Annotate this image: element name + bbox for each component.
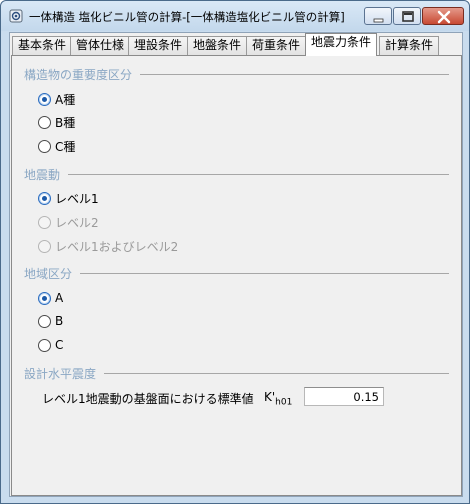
radio-circle bbox=[38, 291, 51, 305]
tab-ground-conditions[interactable]: 地盤条件 bbox=[187, 36, 248, 55]
group-divider bbox=[68, 173, 449, 175]
tab-strip: 基本条件 管体仕様 埋設条件 地盤条件 荷重条件 地震力条件 計算条件 bbox=[10, 33, 462, 56]
horizontal-group-title: 設計水平震度 bbox=[24, 366, 97, 381]
window-title: 一体構造 塩化ビニル管の計算-[一体構造塩化ビニル管の計算] bbox=[29, 10, 345, 24]
standard-value-label: レベル1地震動の基盤面における標準値 bbox=[42, 392, 254, 406]
client-area: 基本条件 管体仕様 埋設条件 地盤条件 荷重条件 地震力条件 計算条件 構造物の… bbox=[9, 32, 463, 497]
radio-label: A bbox=[55, 291, 64, 305]
kh01-symbol: K'h01 bbox=[264, 390, 292, 407]
radio-label: C種 bbox=[55, 139, 76, 154]
radio-circle bbox=[38, 115, 51, 129]
close-button[interactable] bbox=[422, 7, 464, 25]
radio-label: C bbox=[55, 338, 64, 352]
kh01-input[interactable] bbox=[304, 387, 384, 406]
minimize-button[interactable] bbox=[364, 7, 392, 25]
radio-region-b[interactable]: B bbox=[38, 313, 63, 329]
radio-circle bbox=[38, 338, 51, 352]
seismic-panel: 構造物の重要度区分 A種 B種 C種 地震動 レベル1 レベル2 レベル1および… bbox=[11, 55, 462, 496]
radio-importance-c[interactable]: C種 bbox=[38, 138, 75, 154]
radio-label: レベル2 bbox=[55, 215, 99, 230]
maximize-button[interactable] bbox=[393, 7, 421, 25]
radio-label: A種 bbox=[55, 92, 76, 107]
radio-region-a[interactable]: A bbox=[38, 290, 63, 306]
radio-circle bbox=[38, 92, 51, 106]
importance-group-title: 構造物の重要度区分 bbox=[24, 67, 133, 82]
radio-circle bbox=[38, 139, 51, 153]
app-window: 一体構造 塩化ビニル管の計算-[一体構造塩化ビニル管の計算] 基本条件 管体仕様… bbox=[0, 0, 470, 504]
motion-group-header: 地震動 bbox=[24, 166, 449, 182]
radio-circle bbox=[38, 191, 51, 205]
symbol-subscript: h01 bbox=[275, 397, 293, 408]
region-group-title: 地域区分 bbox=[24, 266, 73, 281]
motion-group-title: 地震動 bbox=[24, 167, 61, 182]
maximize-icon bbox=[402, 11, 414, 22]
tab-pipe-spec[interactable]: 管体仕様 bbox=[70, 36, 131, 55]
group-divider bbox=[80, 272, 449, 274]
radio-circle bbox=[38, 215, 51, 229]
radio-circle bbox=[38, 314, 51, 328]
horizontal-group-header: 設計水平震度 bbox=[24, 365, 449, 381]
close-icon bbox=[437, 10, 451, 24]
radio-label: レベル1 bbox=[55, 191, 99, 206]
symbol-main: K' bbox=[264, 390, 276, 404]
radio-circle bbox=[38, 239, 51, 253]
tab-load-conditions[interactable]: 荷重条件 bbox=[246, 36, 307, 55]
group-divider bbox=[140, 73, 449, 75]
group-divider bbox=[104, 372, 449, 374]
tab-burial-conditions[interactable]: 埋設条件 bbox=[128, 36, 189, 55]
importance-group-header: 構造物の重要度区分 bbox=[24, 66, 449, 82]
region-group-header: 地域区分 bbox=[24, 265, 449, 281]
tab-basic-conditions[interactable]: 基本条件 bbox=[12, 36, 73, 55]
radio-label: B bbox=[55, 314, 64, 328]
radio-importance-b[interactable]: B種 bbox=[38, 114, 75, 130]
radio-label: B種 bbox=[55, 115, 76, 130]
radio-motion-level1[interactable]: レベル1 bbox=[38, 190, 99, 206]
minimize-icon bbox=[373, 18, 384, 23]
tab-calc-conditions[interactable]: 計算条件 bbox=[379, 36, 440, 55]
app-icon bbox=[9, 9, 23, 23]
radio-importance-a[interactable]: A種 bbox=[38, 91, 75, 107]
title-bar[interactable]: 一体構造 塩化ビニル管の計算-[一体構造塩化ビニル管の計算] bbox=[1, 1, 469, 31]
radio-label: レベル1およびレベル2 bbox=[55, 239, 179, 254]
radio-motion-both: レベル1およびレベル2 bbox=[38, 238, 178, 254]
radio-motion-level2: レベル2 bbox=[38, 214, 99, 230]
radio-region-c[interactable]: C bbox=[38, 337, 63, 353]
tab-seismic-conditions[interactable]: 地震力条件 bbox=[305, 33, 378, 56]
